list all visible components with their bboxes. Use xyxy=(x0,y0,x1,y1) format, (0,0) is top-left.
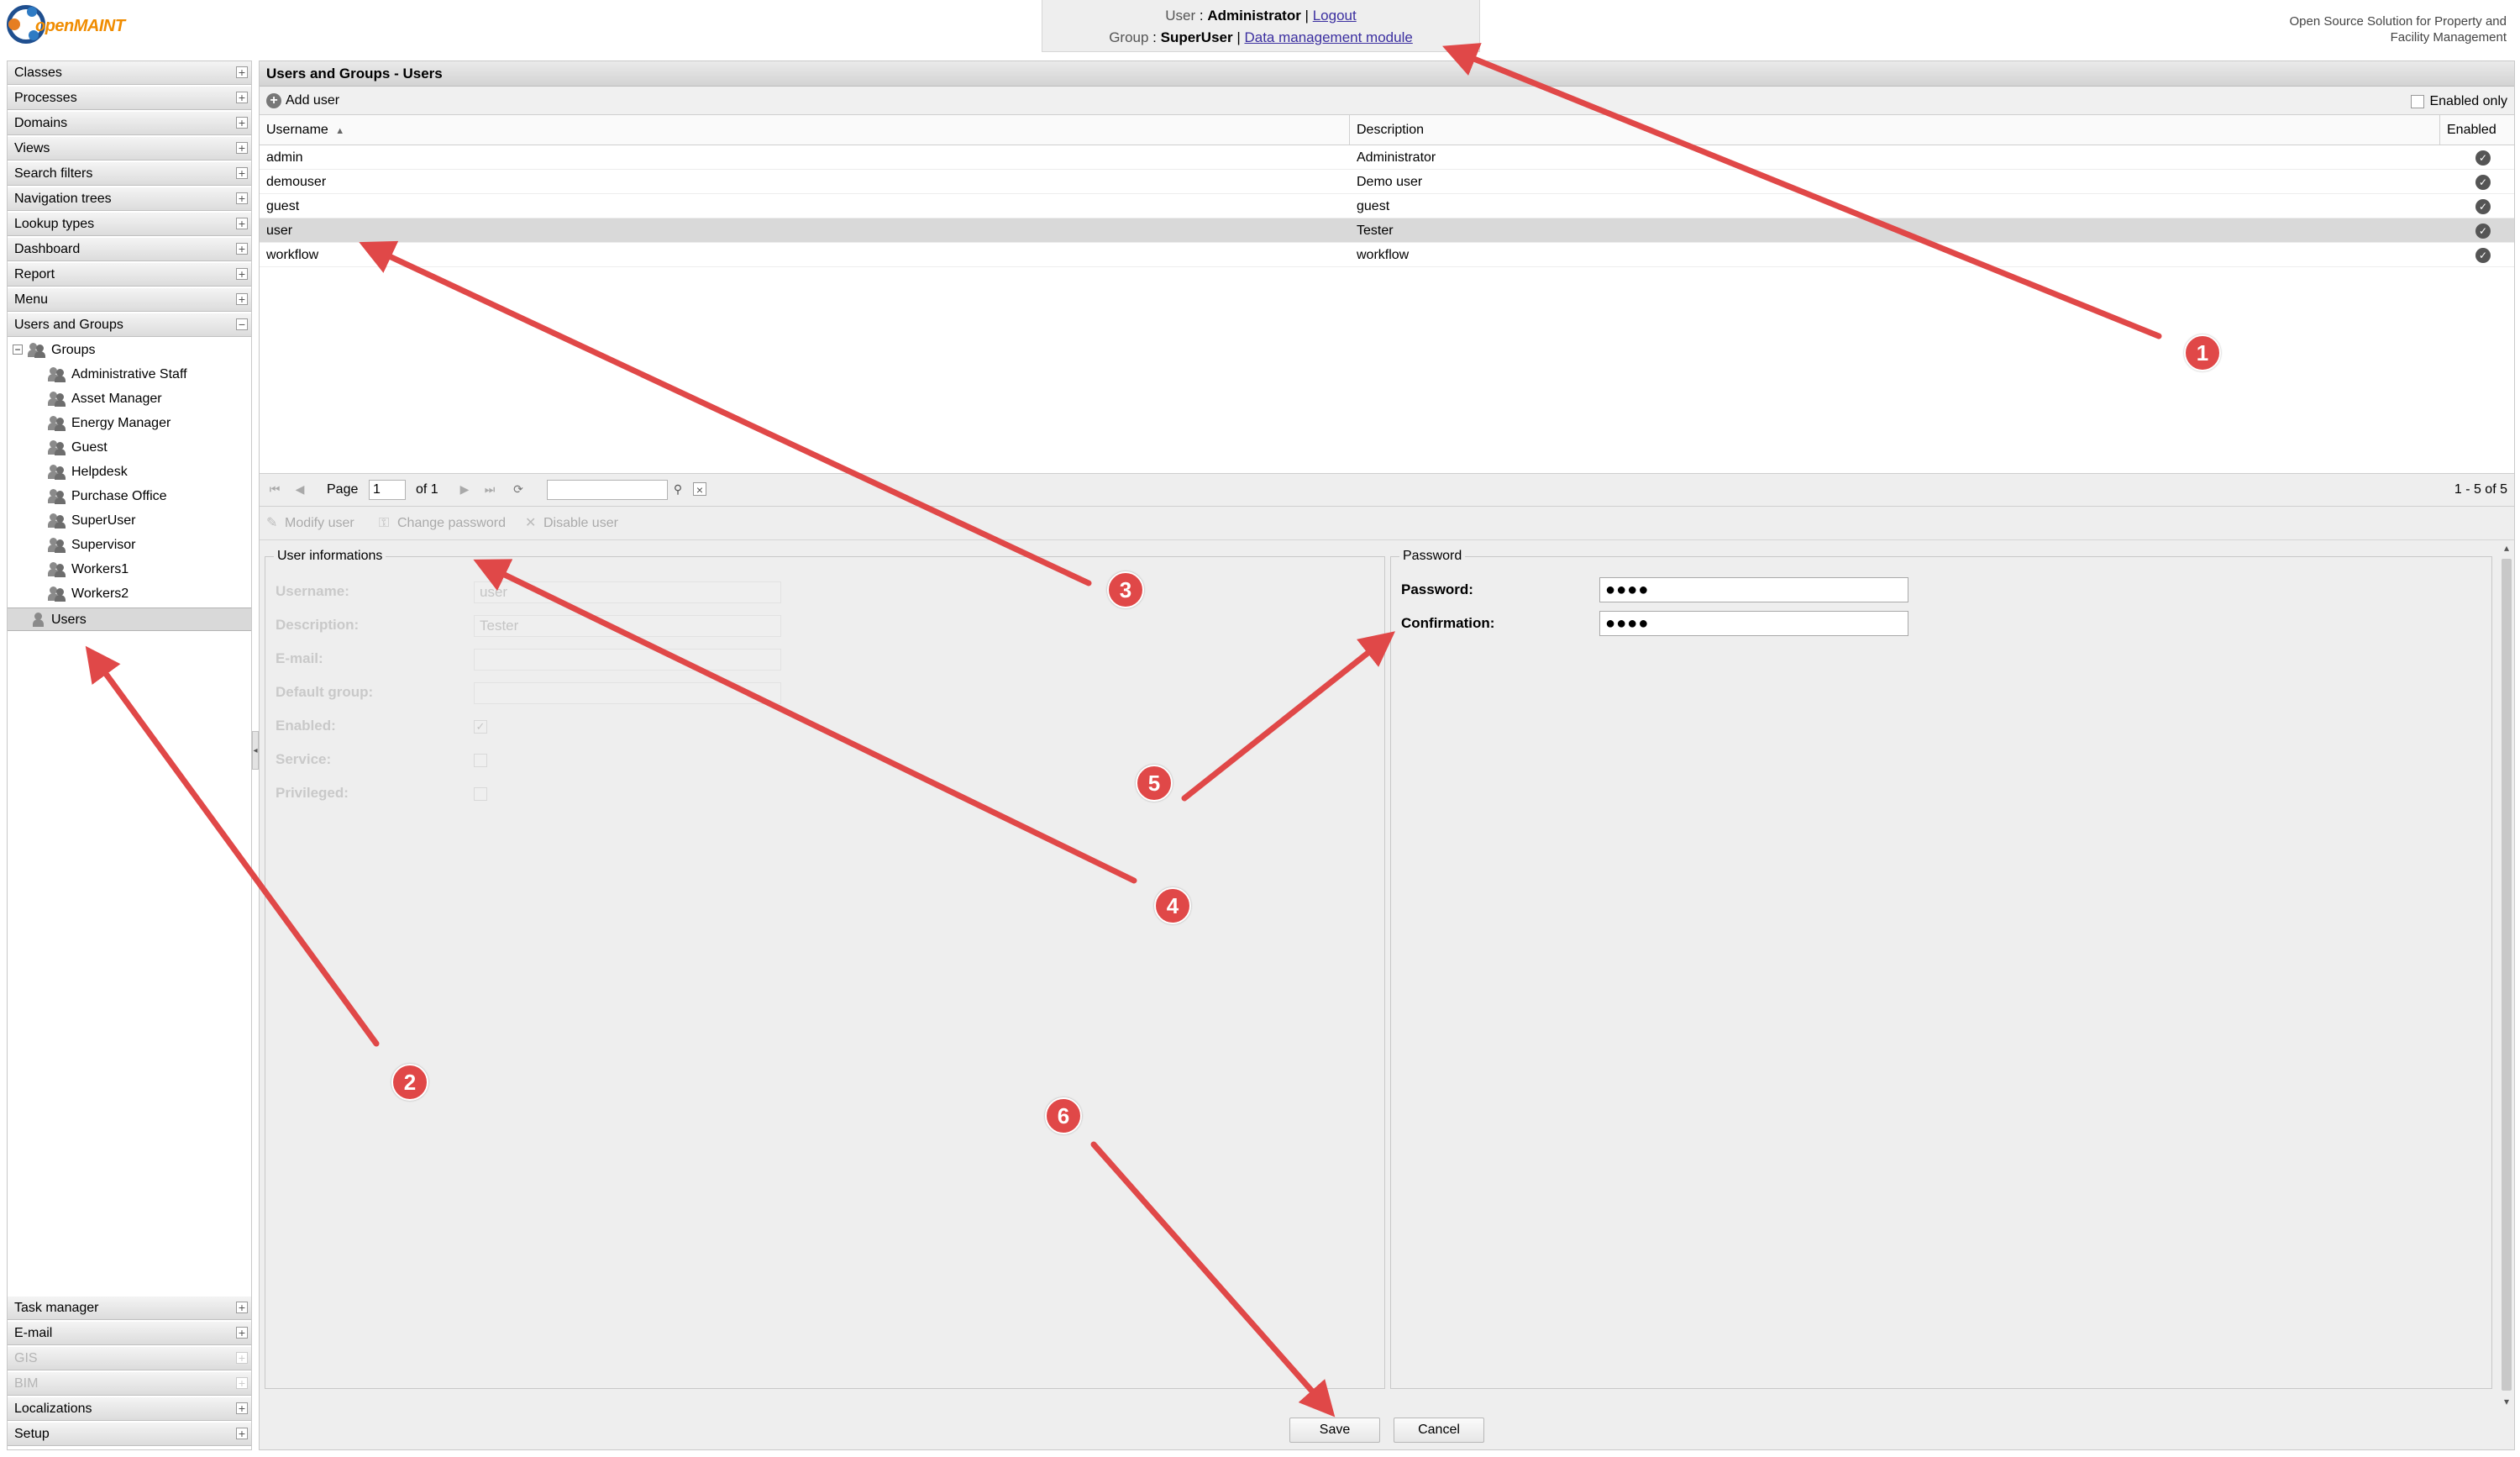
annotation-arrow-2 xyxy=(85,645,380,1047)
annotation-badge-6: 6 xyxy=(1045,1097,1082,1134)
annotation-arrow-5 xyxy=(1181,631,1395,802)
annotation-badge-2: 2 xyxy=(391,1064,428,1101)
annotation-badge-4: 4 xyxy=(1154,887,1191,924)
annotation-arrow-3 xyxy=(359,240,1092,586)
annotation-arrows xyxy=(85,43,2162,1418)
annotation-arrow-4 xyxy=(473,559,1137,884)
annotation-badge-1: 1 xyxy=(2184,334,2221,371)
annotation-arrow-1 xyxy=(1442,43,2162,339)
annotation-arrow-6 xyxy=(1090,1141,1336,1418)
annotation-badge-5: 5 xyxy=(1136,765,1173,802)
annotation-badge-3: 3 xyxy=(1107,571,1144,608)
